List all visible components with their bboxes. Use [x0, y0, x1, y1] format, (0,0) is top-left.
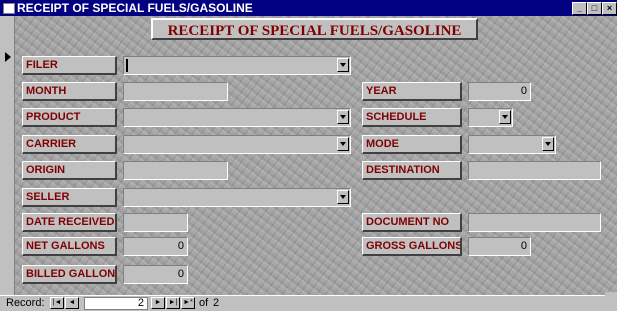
product-label: PRODUCT	[22, 108, 117, 127]
schedule-combo[interactable]	[468, 108, 513, 127]
seller-dropdown-button[interactable]	[337, 190, 349, 204]
gross-gallons-field[interactable]: 0	[468, 237, 531, 256]
close-button[interactable]: ×	[602, 2, 617, 15]
record-navigation-bar: Record: |◄ ◄ 2 ► ►| ►* of 2	[0, 295, 617, 311]
net-gallons-label: NET GALLONS	[22, 237, 117, 256]
origin-field[interactable]	[123, 161, 228, 180]
destination-field[interactable]	[468, 161, 601, 180]
record-number-input[interactable]: 2	[84, 297, 148, 310]
destination-label: DESTINATION	[362, 161, 462, 180]
last-record-button[interactable]: ►|	[166, 297, 180, 309]
carrier-label: CARRIER	[22, 135, 117, 154]
document-no-label: DOCUMENT NO	[362, 213, 462, 232]
year-label: YEAR	[362, 82, 462, 101]
mode-combo[interactable]	[468, 135, 556, 154]
filer-dropdown-button[interactable]	[337, 58, 349, 72]
record-of-label: of	[199, 297, 209, 309]
net-gallons-field[interactable]: 0	[123, 237, 188, 256]
year-field[interactable]: 0	[468, 82, 531, 101]
carrier-dropdown-button[interactable]	[337, 137, 349, 151]
product-dropdown-button[interactable]	[337, 110, 349, 124]
window-title: RECEIPT OF SPECIAL FUELS/GASOLINE	[17, 1, 253, 15]
title-bar: RECEIPT OF SPECIAL FUELS/GASOLINE _ □ ×	[0, 0, 617, 16]
filer-combo[interactable]	[123, 56, 351, 75]
first-record-button[interactable]: |◄	[50, 297, 64, 309]
maximize-button[interactable]: □	[587, 2, 602, 15]
record-label: Record:	[6, 297, 45, 309]
minimize-button[interactable]: _	[572, 2, 587, 15]
origin-label: ORIGIN	[22, 161, 117, 180]
schedule-dropdown-button[interactable]	[499, 110, 511, 124]
month-field[interactable]	[123, 82, 228, 101]
seller-combo[interactable]	[123, 188, 351, 207]
resize-grip-icon[interactable]	[605, 292, 617, 310]
next-record-button[interactable]: ►	[151, 297, 165, 309]
seller-label: SELLER	[22, 188, 117, 207]
mode-dropdown-button[interactable]	[542, 137, 554, 151]
record-total: 2	[213, 297, 220, 309]
date-received-label: DATE RECEIVED	[22, 213, 117, 232]
record-selector[interactable]	[0, 16, 15, 295]
month-label: MONTH	[22, 82, 117, 101]
form-window: RECEIPT OF SPECIAL FUELS/GASOLINE _ □ × …	[0, 0, 617, 311]
mode-label: MODE	[362, 135, 462, 154]
schedule-label: SCHEDULE	[362, 108, 462, 127]
form-icon	[3, 3, 15, 14]
text-cursor	[126, 59, 128, 72]
billed-gallons-field[interactable]: 0	[123, 265, 188, 284]
previous-record-button[interactable]: ◄	[65, 297, 79, 309]
filer-label: FILER	[22, 56, 117, 75]
new-record-button[interactable]: ►*	[181, 297, 195, 309]
gross-gallons-label: GROSS GALLONS	[362, 237, 462, 256]
current-record-arrow-icon	[5, 52, 11, 62]
product-combo[interactable]	[123, 108, 351, 127]
carrier-combo[interactable]	[123, 135, 351, 154]
form-title: RECEIPT OF SPECIAL FUELS/GASOLINE	[151, 18, 478, 40]
billed-gallons-label: BILLED GALLONS	[22, 265, 117, 284]
document-no-field[interactable]	[468, 213, 601, 232]
date-received-field[interactable]	[123, 213, 188, 232]
